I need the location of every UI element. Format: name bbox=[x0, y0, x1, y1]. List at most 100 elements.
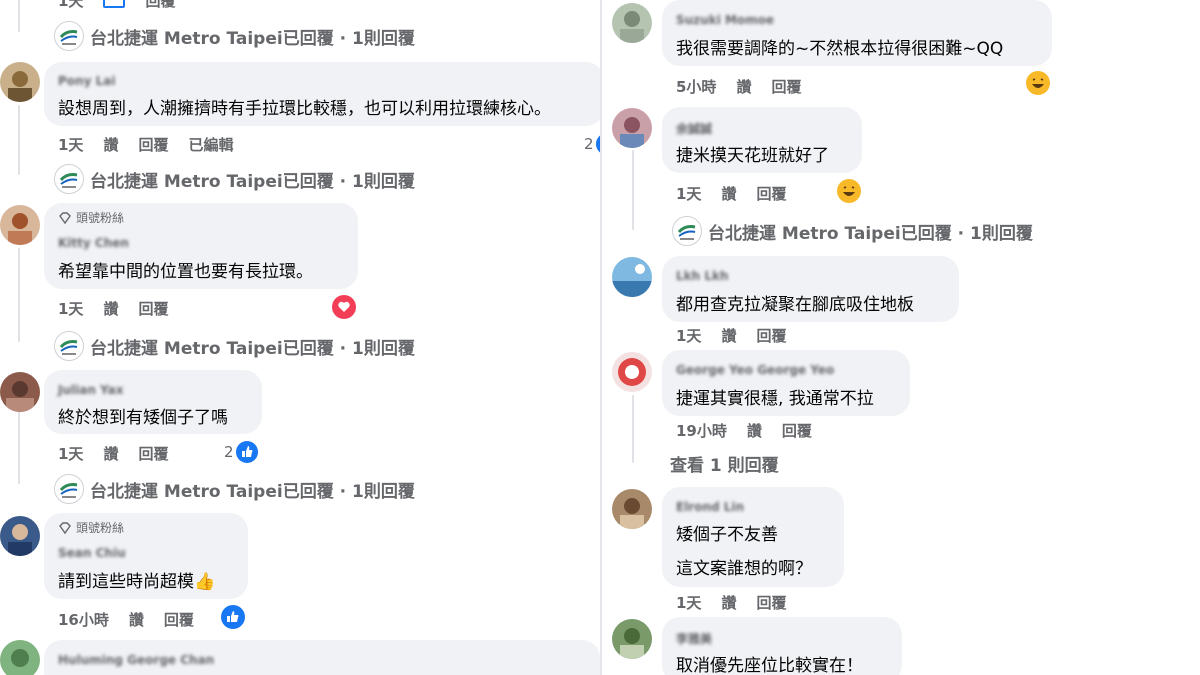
like-icon[interactable] bbox=[221, 605, 245, 629]
comment-actions: 1天 讚 回覆 已編輯 bbox=[58, 134, 233, 155]
comment-actions: 1天 讚 回覆 bbox=[58, 298, 168, 319]
reply-button[interactable]: 回覆 bbox=[138, 443, 168, 464]
love-icon[interactable] bbox=[332, 295, 356, 319]
like-button[interactable]: 讚 bbox=[747, 420, 762, 441]
avatar[interactable] bbox=[0, 62, 40, 102]
metro-reply-link[interactable]: 台北捷運 Metro Taipei已回覆 · 1則回覆 bbox=[672, 216, 1033, 246]
comment-author[interactable]: Sean Chiu bbox=[58, 546, 126, 560]
like-box-icon bbox=[103, 0, 126, 8]
top-fan-badge: 頭號粉絲 bbox=[58, 209, 124, 226]
like-button[interactable]: 讚 bbox=[721, 183, 736, 204]
reply-button[interactable]: 回覆 bbox=[164, 609, 194, 630]
comment-bubble: 頭號粉絲 Kitty Chen 希望靠中間的位置也要有長拉環。 bbox=[44, 203, 358, 289]
comment-time[interactable]: 1天 bbox=[58, 298, 83, 319]
metro-reply-link[interactable]: 台北捷運 Metro Taipei已回覆 · 1則回覆 bbox=[54, 21, 415, 51]
comment-author[interactable]: Elrond Lin bbox=[676, 500, 744, 514]
comment-bubble: Lkh Lkh 都用查克拉凝聚在腳底吸住地板 bbox=[662, 256, 959, 322]
like-button[interactable]: 讚 bbox=[129, 609, 144, 630]
haha-icon[interactable] bbox=[1026, 71, 1050, 95]
comment-actions: 5小時 讚 回覆 bbox=[676, 76, 801, 97]
comment-text: 設想周到，人潮擁擠時有手拉環比較穩，也可以利用拉環練核心。 bbox=[58, 99, 551, 119]
thread-connector bbox=[18, 248, 20, 342]
like-button[interactable]: 讚 bbox=[721, 325, 736, 346]
avatar[interactable] bbox=[612, 489, 652, 529]
comment-author[interactable]: 李雅美 bbox=[676, 630, 712, 647]
haha-icon[interactable] bbox=[837, 179, 861, 203]
like-button[interactable]: 讚 bbox=[721, 592, 736, 613]
comment-text: 這文案誰想的啊？ bbox=[676, 559, 812, 579]
avatar[interactable] bbox=[612, 619, 652, 659]
reaction-count[interactable]: 2 bbox=[584, 133, 600, 155]
avatar[interactable] bbox=[0, 205, 40, 245]
metro-taipei-logo-icon bbox=[54, 21, 84, 51]
avatar[interactable] bbox=[612, 352, 652, 392]
avatar[interactable] bbox=[0, 516, 40, 556]
comment-author[interactable]: Suzuki Momoe bbox=[676, 13, 774, 27]
comment-time[interactable]: 5小時 bbox=[676, 76, 716, 97]
comment-time[interactable]: 1天 bbox=[676, 592, 701, 613]
like-button[interactable]: 讚 bbox=[103, 298, 118, 319]
comment-author[interactable]: 余誠誠 bbox=[676, 120, 712, 137]
comment-time[interactable]: 1天 bbox=[676, 183, 701, 204]
comment-time[interactable]: 1天 bbox=[58, 0, 83, 11]
reply-button[interactable]: 回覆 bbox=[138, 298, 168, 319]
comment-bubble: Huluming George Chan bbox=[44, 640, 600, 675]
comment-bubble: 李雅美 取消優先座位比較實在！ bbox=[662, 617, 902, 675]
comment-text: 取消優先座位比較實在！ bbox=[676, 656, 863, 675]
reaction-count[interactable]: 2 bbox=[224, 441, 258, 463]
metro-reply-text: 台北捷運 Metro Taipei已回覆 · 1則回覆 bbox=[90, 481, 415, 502]
comment-time[interactable]: 19小時 bbox=[676, 420, 727, 441]
comment-text: 請到這些時尚超模👍 bbox=[58, 572, 216, 592]
like-button[interactable]: 讚 bbox=[103, 443, 118, 464]
avatar[interactable] bbox=[0, 372, 40, 412]
comment-author[interactable]: George Yeo George Yeo bbox=[676, 363, 834, 377]
reply-button[interactable]: 回覆 bbox=[756, 183, 786, 204]
comment-bubble: Suzuki Momoe 我很需要調降的~不然根本拉得很困難~QQ bbox=[662, 0, 1052, 66]
reply-button[interactable]: 回覆 bbox=[771, 76, 801, 97]
comment-author[interactable]: Julian Yax bbox=[58, 383, 123, 397]
metro-reply-text: 台北捷運 Metro Taipei已回覆 · 1則回覆 bbox=[708, 223, 1033, 244]
thread-connector bbox=[18, 412, 20, 484]
comment-text: 矮個子不友善 bbox=[676, 525, 778, 545]
comment-actions: 19小時 讚 回覆 bbox=[676, 420, 812, 441]
top-fan-label: 頭號粉絲 bbox=[76, 521, 125, 535]
comment-time[interactable]: 1天 bbox=[58, 134, 83, 155]
top-fan-diamond-icon bbox=[59, 211, 71, 224]
reply-button[interactable]: 回覆 bbox=[138, 134, 168, 155]
avatar[interactable] bbox=[0, 640, 40, 675]
thread-connector bbox=[18, 105, 20, 175]
comment-time[interactable]: 1天 bbox=[58, 443, 83, 464]
reply-button[interactable]: 回覆 bbox=[756, 325, 786, 346]
comment-bubble: Pony Lai 設想周到，人潮擁擠時有手拉環比較穩，也可以利用拉環練核心。 bbox=[44, 62, 600, 126]
comment-time[interactable]: 1天 bbox=[676, 325, 701, 346]
comment-text: 終於想到有矮個子了嗎 bbox=[58, 408, 228, 428]
top-fan-badge: 頭號粉絲 bbox=[58, 519, 124, 536]
comment-author[interactable]: Huluming George Chan bbox=[58, 653, 214, 667]
avatar[interactable] bbox=[612, 3, 652, 43]
like-button[interactable] bbox=[103, 0, 126, 11]
metro-reply-text: 台北捷運 Metro Taipei已回覆 · 1則回覆 bbox=[90, 338, 415, 359]
avatar[interactable] bbox=[612, 257, 652, 297]
like-button[interactable]: 讚 bbox=[736, 76, 751, 97]
comment-text: 希望靠中間的位置也要有長拉環。 bbox=[58, 262, 313, 282]
like-button[interactable]: 讚 bbox=[103, 134, 118, 155]
view-replies-link[interactable]: 查看 1 則回覆 bbox=[670, 451, 779, 476]
metro-taipei-logo-icon bbox=[54, 164, 84, 194]
left-comments-panel: 1天 回覆 台北捷運 Metro Taipei已回覆 · 1則回覆 Pony L… bbox=[0, 0, 600, 675]
like-icon bbox=[235, 441, 258, 463]
reply-button[interactable]: 回覆 bbox=[145, 0, 175, 11]
metro-reply-link[interactable]: 台北捷運 Metro Taipei已回覆 · 1則回覆 bbox=[54, 331, 415, 361]
metro-reply-text: 台北捷運 Metro Taipei已回覆 · 1則回覆 bbox=[90, 171, 415, 192]
comment-author[interactable]: Kitty Chen bbox=[58, 236, 129, 250]
comment-author[interactable]: Lkh Lkh bbox=[676, 269, 729, 283]
right-comments-panel: Suzuki Momoe 我很需要調降的~不然根本拉得很困難~QQ 5小時 讚 … bbox=[602, 0, 1200, 675]
comment-bubble: 余誠誠 捷米摸天花班就好了 bbox=[662, 107, 862, 173]
reply-button[interactable]: 回覆 bbox=[756, 592, 786, 613]
comment-author[interactable]: Pony Lai bbox=[58, 74, 115, 88]
reaction-count-number: 2 bbox=[584, 135, 594, 153]
avatar[interactable] bbox=[612, 108, 652, 148]
metro-reply-link[interactable]: 台北捷運 Metro Taipei已回覆 · 1則回覆 bbox=[54, 474, 415, 504]
metro-reply-link[interactable]: 台北捷運 Metro Taipei已回覆 · 1則回覆 bbox=[54, 164, 415, 194]
reply-button[interactable]: 回覆 bbox=[782, 420, 812, 441]
comment-time[interactable]: 16小時 bbox=[58, 609, 109, 630]
